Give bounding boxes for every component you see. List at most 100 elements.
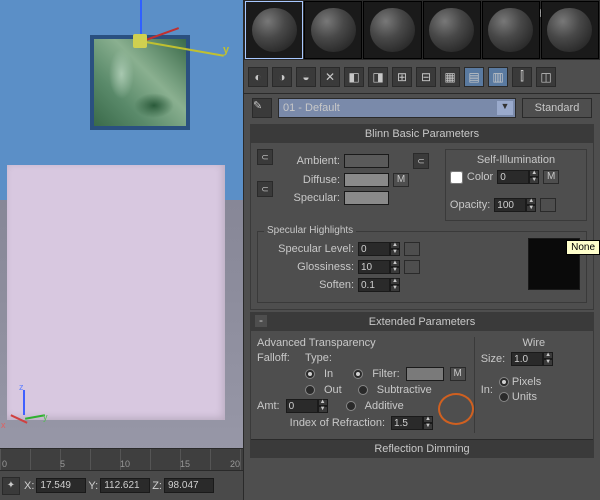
material-editor-panel: 思缘设计论坛 hxsd.com ◐ ◑ ◒ ✕ ◧ ◨ ⊞ ⊟ ▦ ▤ ▥ ⫿ … xyxy=(243,0,600,500)
soften-label: Soften: xyxy=(264,279,354,291)
material-name-dropdown[interactable]: 01 - Default xyxy=(278,98,516,118)
z-label: Z: xyxy=(152,480,162,492)
wire-title: Wire xyxy=(481,337,587,349)
ambient-label: Ambient: xyxy=(285,155,340,167)
tool-icon[interactable]: ◫ xyxy=(536,67,556,87)
gloss-map-button[interactable] xyxy=(404,260,420,274)
type-label: Type: xyxy=(305,352,345,364)
opacity-label: Opacity: xyxy=(450,199,490,211)
material-slot-6[interactable] xyxy=(541,1,599,59)
self-illum-title: Self-Illumination xyxy=(450,154,582,166)
reflection-dimming-header[interactable]: Reflection Dimming xyxy=(251,439,593,457)
tool-icon[interactable]: ◑ xyxy=(272,67,292,87)
material-name-row: ✎ 01 - Default Standard xyxy=(244,94,600,122)
wire-size-spinner[interactable]: ▲▼ xyxy=(511,352,553,366)
tool-icon[interactable]: ◧ xyxy=(344,67,364,87)
gloss-label: Glossiness: xyxy=(264,261,354,273)
material-type-button[interactable]: Standard xyxy=(522,98,592,118)
tooltip: None xyxy=(566,240,600,255)
material-slot-4[interactable] xyxy=(423,1,481,59)
spec-level-map-button[interactable] xyxy=(404,242,420,256)
specular-swatch[interactable] xyxy=(344,191,389,205)
transform-type-button[interactable]: ✦ xyxy=(2,477,20,495)
scene-geometry: z y xyxy=(0,0,243,450)
viewport-3d[interactable]: z y z x y 0 5 10 15 20 ✦ X: 17.549 Y: 11… xyxy=(0,0,243,500)
window-object[interactable] xyxy=(90,35,190,130)
spec-highlights-title: Specular Highlights xyxy=(264,225,356,236)
status-bar: ✦ X: 17.549 Y: 112.621 Z: 98.047 xyxy=(0,470,243,500)
material-slot-3[interactable] xyxy=(363,1,421,59)
axis-tripod: z x y xyxy=(5,390,55,440)
in-unit-label: In: xyxy=(481,384,493,396)
filter-color-swatch[interactable] xyxy=(406,367,444,381)
spec-level-label: Specular Level: xyxy=(264,243,354,255)
material-slot-5[interactable] xyxy=(482,1,540,59)
sphere-icon xyxy=(429,8,474,53)
amt-spinner[interactable]: ▲▼ xyxy=(286,399,328,413)
rollout-header[interactable]: Blinn Basic Parameters xyxy=(251,125,593,143)
specular-highlights-group: Specular Highlights Specular Level: ▲▼ G… xyxy=(257,231,587,303)
tool-icon[interactable]: ⊞ xyxy=(392,67,412,87)
tool-icon[interactable]: ▤ xyxy=(464,67,484,87)
self-illum-map-button[interactable]: M xyxy=(543,170,559,184)
tool-icon[interactable]: ◒ xyxy=(296,67,316,87)
adv-transparency-title: Advanced Transparency xyxy=(257,337,466,349)
falloff-label: Falloff: xyxy=(257,352,299,364)
specular-label: Specular: xyxy=(285,192,340,204)
timeline[interactable]: 0 5 10 15 20 xyxy=(0,448,243,470)
gizmo-origin[interactable] xyxy=(133,34,147,48)
pixels-radio[interactable] xyxy=(499,377,509,387)
collapse-icon[interactable]: - xyxy=(255,315,267,327)
soften-spinner[interactable]: ▲▼ xyxy=(358,278,400,292)
type-subtractive-radio[interactable] xyxy=(358,385,368,395)
color-spinner[interactable]: ▲▼ xyxy=(497,170,539,184)
wall-right xyxy=(7,165,225,420)
blinn-rollout: Blinn Basic Parameters ⊂ ⊂ Ambient: M ⊂ … xyxy=(250,124,594,310)
lock-diffuse-specular-button[interactable]: ⊂ xyxy=(257,181,273,197)
size-label: Size: xyxy=(481,353,505,365)
falloff-in-radio[interactable] xyxy=(305,369,315,379)
color-label: Color xyxy=(467,171,493,183)
tool-icon[interactable]: ◨ xyxy=(368,67,388,87)
ambient-swatch[interactable] xyxy=(344,154,389,168)
rollout-header[interactable]: - Extended Parameters xyxy=(251,313,593,331)
tool-icon[interactable]: ✕ xyxy=(320,67,340,87)
falloff-out-radio[interactable] xyxy=(305,385,315,395)
lock-ambient-diffuse-button[interactable]: ⊂ xyxy=(257,149,273,165)
units-radio[interactable] xyxy=(499,392,509,402)
tool-icon[interactable]: ▥ xyxy=(488,67,508,87)
sphere-icon xyxy=(547,8,592,53)
extended-rollout: - Extended Parameters Advanced Transpare… xyxy=(250,312,594,458)
y-label: Y: xyxy=(88,480,98,492)
stained-glass-texture xyxy=(94,39,186,126)
tool-icon[interactable]: ⊟ xyxy=(416,67,436,87)
filter-map-button[interactable]: M xyxy=(450,367,466,381)
diffuse-label: Diffuse: xyxy=(285,174,340,186)
gloss-spinner[interactable]: ▲▼ xyxy=(358,260,400,274)
tool-icon[interactable]: ◐ xyxy=(248,67,268,87)
color-checkbox[interactable] xyxy=(450,171,463,184)
eyedropper-icon[interactable]: ✎ xyxy=(252,98,272,118)
sphere-icon xyxy=(252,8,297,53)
axis-y-label: y xyxy=(223,44,229,56)
opacity-spinner[interactable]: ▲▼ xyxy=(494,198,536,212)
diffuse-swatch[interactable] xyxy=(344,173,389,187)
x-coord-input[interactable]: 17.549 xyxy=(36,478,86,493)
tool-icon[interactable]: ⫿ xyxy=(512,67,532,87)
sphere-icon xyxy=(488,8,533,53)
tool-icon[interactable]: ▦ xyxy=(440,67,460,87)
sphere-icon xyxy=(311,8,356,53)
opacity-map-button[interactable] xyxy=(540,198,556,212)
material-slot-2[interactable] xyxy=(304,1,362,59)
z-coord-input[interactable]: 98.047 xyxy=(164,478,214,493)
type-filter-radio[interactable] xyxy=(353,369,363,379)
ior-spinner[interactable]: ▲▼ xyxy=(391,416,433,430)
y-coord-input[interactable]: 112.621 xyxy=(100,478,150,493)
x-label: X: xyxy=(24,480,34,492)
material-slot-1[interactable] xyxy=(245,1,303,59)
lock-button[interactable]: ⊂ xyxy=(413,153,429,169)
spec-level-spinner[interactable]: ▲▼ xyxy=(358,242,400,256)
diffuse-map-button[interactable]: M xyxy=(393,173,409,187)
sphere-icon xyxy=(370,8,415,53)
type-additive-radio[interactable] xyxy=(346,401,356,411)
